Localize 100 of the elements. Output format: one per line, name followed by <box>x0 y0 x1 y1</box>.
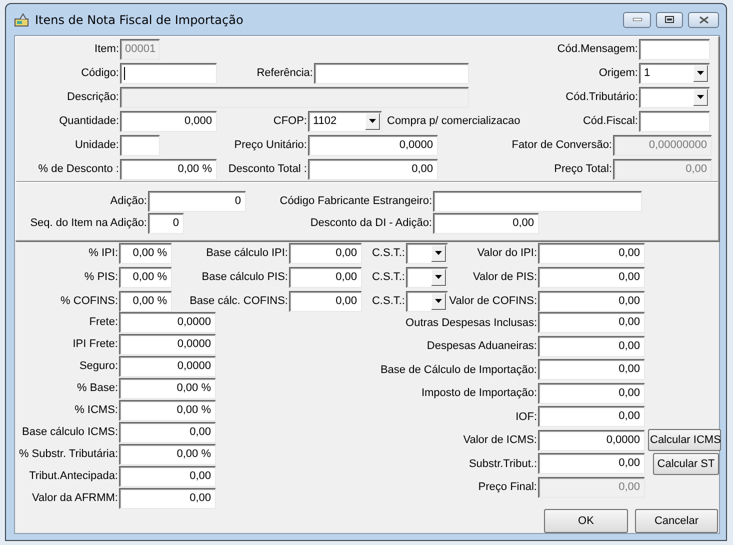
field-label: Código: <box>81 67 119 79</box>
field-label: Cód.Tributário: <box>566 91 638 103</box>
input-field[interactable] <box>120 134 160 156</box>
input-field[interactable] <box>639 38 710 60</box>
input-field[interactable]: 0,00 <box>538 290 645 312</box>
caret-down-icon <box>697 71 704 75</box>
input-field[interactable]: 0 <box>148 212 184 234</box>
caret-down-icon <box>435 275 442 279</box>
input-field[interactable]: 0,0000 <box>538 430 645 451</box>
document-icon <box>14 12 30 26</box>
input-field[interactable]: 0,00 <box>538 382 645 404</box>
input-field[interactable]: 0,00 <box>119 466 216 486</box>
input-field[interactable]: 0,00 % <box>119 400 216 420</box>
dropdown[interactable] <box>406 290 448 312</box>
button[interactable]: Cancelar <box>635 509 718 533</box>
input-field[interactable]: 0,00 <box>289 290 362 312</box>
field-label: Tribut.Antecipada: <box>29 470 118 482</box>
field-label: Descrição: <box>67 91 119 103</box>
minimize-button[interactable] <box>623 12 651 28</box>
input-field[interactable]: 0,00 % <box>119 378 216 398</box>
minimize-icon <box>632 18 642 21</box>
field-label: CFOP: <box>273 115 307 127</box>
input-field[interactable]: 0,00 <box>289 266 362 288</box>
input-field[interactable]: 0,00 <box>538 336 645 357</box>
field-label: C.S.T.: <box>372 295 405 307</box>
field-label: % de Desconto : <box>38 163 119 175</box>
field-label: Preço Final: <box>478 481 537 494</box>
field-label: Valor de COFINS: <box>449 295 537 307</box>
field-label: % COFINS: <box>60 295 118 307</box>
input-field[interactable]: 0,0000 <box>119 356 216 376</box>
close-button[interactable] <box>688 12 719 28</box>
input-field[interactable]: 0,00 % <box>119 444 216 464</box>
caret-down-icon <box>697 95 704 99</box>
caret-down-icon <box>435 251 442 255</box>
dropdown[interactable] <box>406 242 448 264</box>
field-label: IPI Frete: <box>72 338 118 350</box>
field-label: Cód.Fiscal: <box>582 115 638 127</box>
field-label: Referência: <box>256 67 313 79</box>
restore-button[interactable] <box>656 12 683 28</box>
dropdown[interactable]: 1102 <box>308 110 382 132</box>
field-label: IOF: <box>516 410 537 423</box>
field-label: Outras Despesas Inclusas: <box>406 316 537 329</box>
field-label: Base de Cálculo de Importação: <box>380 364 537 376</box>
field-label: Imposto de Importação: <box>421 387 537 400</box>
field-label: Desconto da DI - Adição: <box>310 217 432 229</box>
field-label: Base cálc. COFINS: <box>190 295 288 307</box>
field-label: Frete: <box>89 316 118 328</box>
input-field[interactable]: 0,0000 <box>308 134 438 156</box>
field-label: % Base: <box>77 382 118 394</box>
dropdown[interactable] <box>639 86 710 108</box>
input-field[interactable]: 0,00 <box>538 359 645 380</box>
field-label: % Substr. Tributária: <box>18 448 118 460</box>
window-title: Itens de Nota Fiscal de Importação <box>35 12 244 26</box>
field-label: Preço Unitário: <box>234 139 307 151</box>
input-field[interactable]: 0,00 <box>433 212 539 234</box>
field-label: Origem: <box>598 67 638 79</box>
input-field[interactable]: 0 <box>148 190 246 212</box>
input-field[interactable]: 0,00 % <box>119 242 172 264</box>
input-field[interactable]: 0,00 % <box>120 158 217 180</box>
dropdown[interactable] <box>406 266 448 288</box>
field-label: Preço Total: <box>554 163 612 175</box>
input-field[interactable] <box>120 62 217 84</box>
input-field[interactable]: 0,00 % <box>119 266 172 288</box>
field-label: C.S.T.: <box>372 271 405 283</box>
input-field[interactable] <box>433 190 642 212</box>
input-field[interactable]: 0,00 <box>538 312 645 334</box>
field-label: C.S.T.: <box>372 247 405 259</box>
field-label: Quantidade: <box>59 115 119 127</box>
field-label: Base cálculo PIS: <box>202 271 288 283</box>
field-label: % ICMS: <box>74 404 118 416</box>
field-label: Despesas Aduaneiras: <box>426 340 537 352</box>
field-label: Substr.Tribut.: <box>468 458 537 470</box>
input-field[interactable]: 0,00 <box>538 453 645 474</box>
button[interactable]: Calcular ST <box>653 452 719 475</box>
caret-down-icon <box>369 119 376 123</box>
input-field[interactable]: 0,00 % <box>119 290 172 312</box>
input-field[interactable]: 0,00 <box>289 242 362 264</box>
field-label: Base cálculo ICMS: <box>22 426 118 438</box>
field-label: Seq. do Item na Adição: <box>30 217 147 229</box>
input-field[interactable]: 0,00 <box>119 488 216 508</box>
input-field[interactable]: 0,00 <box>538 266 645 288</box>
field-label: % IPI: <box>88 247 118 259</box>
input-field[interactable] <box>639 110 710 132</box>
input-field[interactable]: 0,00 <box>119 422 216 442</box>
input-field[interactable]: 0,00 <box>308 158 438 180</box>
input-field[interactable]: 0,00 <box>538 242 645 264</box>
field-label: Valor da AFRMM: <box>32 492 118 504</box>
field-label: Fator de Conversão: <box>512 139 612 151</box>
input-field[interactable]: 0,00 <box>538 406 645 428</box>
input-field[interactable]: 0,000 <box>120 110 217 132</box>
button[interactable]: OK <box>544 509 628 533</box>
input-field[interactable]: 0,0000 <box>119 312 216 332</box>
input-field[interactable]: 0,0000 <box>119 334 216 354</box>
button[interactable]: Calcular ICMS <box>648 429 721 452</box>
field-label: Código Fabricante Estrangeiro: <box>280 195 432 207</box>
close-icon <box>698 16 708 24</box>
field-label: Valor do IPI: <box>477 247 537 259</box>
input-field[interactable] <box>314 62 469 84</box>
field-label: Seguro: <box>79 360 118 372</box>
dropdown[interactable]: 1 <box>639 62 710 84</box>
